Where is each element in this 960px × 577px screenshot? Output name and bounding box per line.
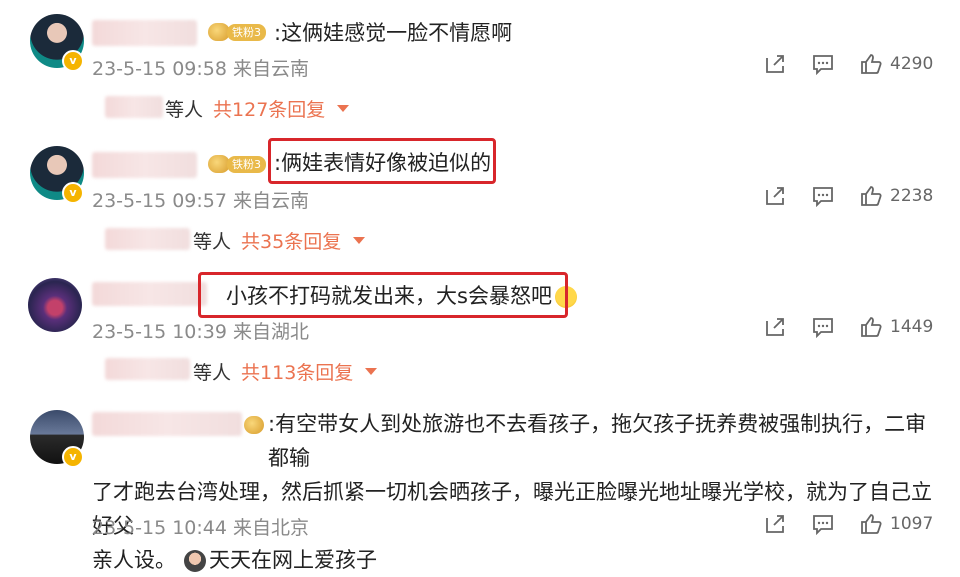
like-count: 2238: [890, 186, 934, 206]
highlight-box: [268, 138, 496, 184]
chevron-down-icon: [337, 105, 350, 112]
comment-text: :有空带女人到处旅游也不去看孩子，拖欠孩子抚养费被强制执行，二审都输 了才跑去台…: [92, 412, 932, 572]
replier-blurred: [105, 358, 190, 380]
replier-blurred: [105, 96, 163, 118]
replies-link[interactable]: 等人 共113条回复: [193, 358, 378, 385]
like-icon[interactable]: [860, 316, 882, 338]
replies-link[interactable]: 等人 共127条回复: [165, 95, 350, 122]
like-icon[interactable]: [860, 53, 882, 75]
share-icon[interactable]: [764, 53, 786, 75]
like-count: 4290: [890, 54, 934, 74]
comment-actions: 1449: [764, 316, 933, 338]
share-icon[interactable]: [764, 185, 786, 207]
comment-meta: 23-5-15 09:58 来自云南: [92, 58, 309, 80]
verified-icon: v: [62, 446, 84, 468]
verified-icon: v: [62, 50, 84, 72]
chevron-down-icon: [365, 368, 378, 375]
fan-badge: 铁粉3: [208, 154, 266, 174]
fan-badge: 铁粉3: [208, 22, 266, 42]
comment-icon[interactable]: [812, 513, 834, 535]
comment-actions: 4290: [764, 53, 933, 75]
comment-meta: 23-5-15 10:39 来自湖北: [92, 321, 309, 343]
username-blurred[interactable]: [92, 20, 197, 46]
username-blurred[interactable]: [92, 152, 197, 178]
avatar[interactable]: [28, 278, 82, 332]
like-count: 1449: [890, 317, 934, 337]
share-icon[interactable]: [764, 513, 786, 535]
replier-blurred: [105, 228, 190, 250]
username-blurred[interactable]: [92, 282, 207, 306]
like-icon[interactable]: [860, 513, 882, 535]
comment-icon[interactable]: [812, 53, 834, 75]
comment-icon[interactable]: [812, 185, 834, 207]
avatar-emoji-icon: [184, 550, 206, 572]
comment-meta: 23-5-15 09:57 来自云南: [92, 190, 309, 212]
comment-meta: 23-5-15 10:44 来自北京: [92, 517, 309, 539]
replies-link[interactable]: 等人 共35条回复: [193, 227, 366, 254]
chevron-down-icon: [353, 237, 366, 244]
comment-actions: 2238: [764, 185, 933, 207]
comment-icon[interactable]: [812, 316, 834, 338]
highlight-box: [198, 272, 568, 318]
comment-actions: 1097: [764, 513, 933, 535]
share-icon[interactable]: [764, 316, 786, 338]
comment-text: :这俩娃感觉一脸不情愿啊: [274, 21, 513, 45]
like-count: 1097: [890, 514, 934, 534]
like-icon[interactable]: [860, 185, 882, 207]
verified-icon: v: [62, 182, 84, 204]
